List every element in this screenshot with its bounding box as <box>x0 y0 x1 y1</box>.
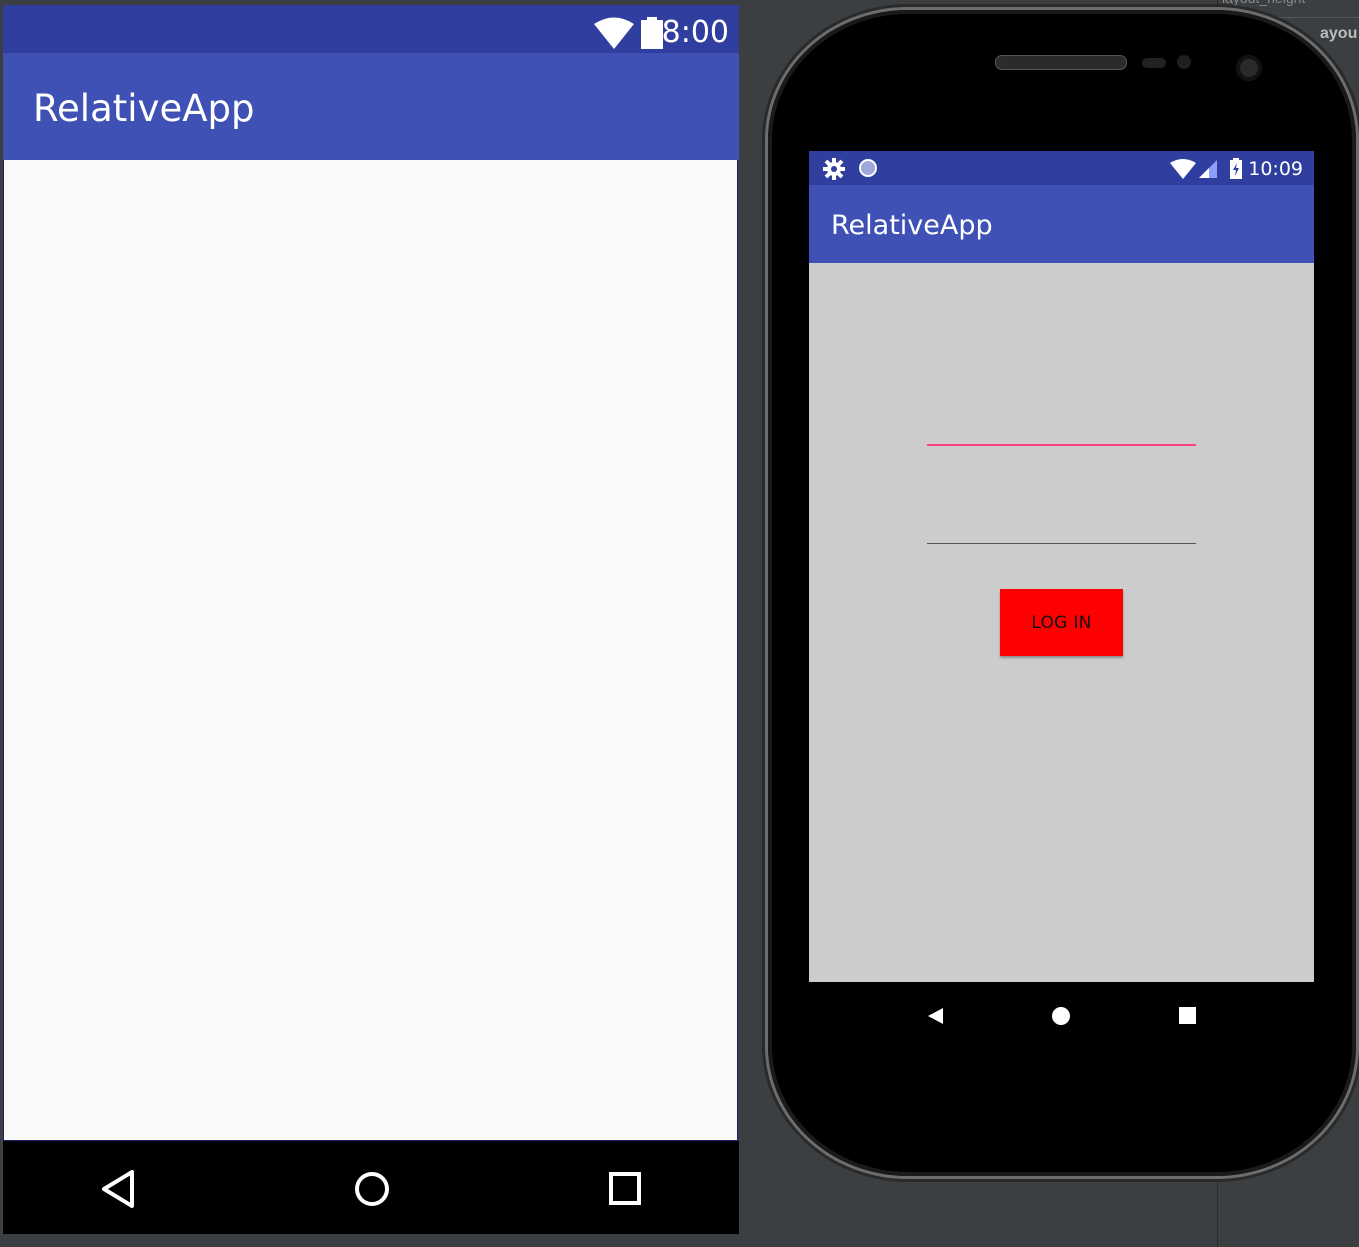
preview-app-bar: RelativeApp <box>3 53 739 160</box>
home-icon[interactable] <box>1051 1006 1071 1026</box>
circle-icon <box>859 159 877 177</box>
light-sensor <box>1177 55 1191 69</box>
login-button[interactable]: LOG IN <box>1000 589 1123 656</box>
home-icon <box>355 1172 389 1206</box>
design-preview: 8:00 RelativeApp <box>0 0 741 1236</box>
password-input[interactable] <box>927 508 1196 544</box>
emulator-status-bar: 10:09 <box>809 151 1314 185</box>
recents-icon[interactable] <box>1178 1006 1198 1026</box>
emulator-status-time: 10:09 <box>1248 158 1303 180</box>
wifi-icon <box>1170 159 1196 179</box>
signal-icon <box>1199 160 1217 178</box>
preview-content-area <box>3 160 738 1141</box>
front-camera <box>1236 55 1262 81</box>
recents-icon <box>609 1172 641 1205</box>
proximity-sensor <box>1142 58 1166 68</box>
battery-icon <box>641 17 663 49</box>
battery-charging-icon <box>1230 158 1242 179</box>
back-icon[interactable] <box>926 1006 946 1026</box>
preview-app-title: RelativeApp <box>33 87 255 130</box>
emulator-app-title: RelativeApp <box>831 210 993 241</box>
login-form-area: LOG IN <box>809 263 1314 982</box>
earpiece-speaker <box>995 55 1127 70</box>
emulator-screen: 10:09 RelativeApp LOG IN <box>809 151 1314 1051</box>
preview-status-time: 8:00 <box>661 15 729 50</box>
back-icon <box>102 1170 134 1208</box>
username-input[interactable] <box>927 408 1196 446</box>
wifi-icon <box>594 17 634 49</box>
attribute-label-cut: ayou <box>1320 25 1358 42</box>
preview-status-bar: 8:00 <box>3 5 739 53</box>
preview-navigation-bar <box>3 1141 739 1234</box>
emulator-app-bar: RelativeApp <box>809 185 1314 263</box>
gear-icon <box>823 158 845 180</box>
attribute-label: layout_height <box>1222 0 1305 6</box>
emulator-navigation-bar <box>809 982 1314 1051</box>
